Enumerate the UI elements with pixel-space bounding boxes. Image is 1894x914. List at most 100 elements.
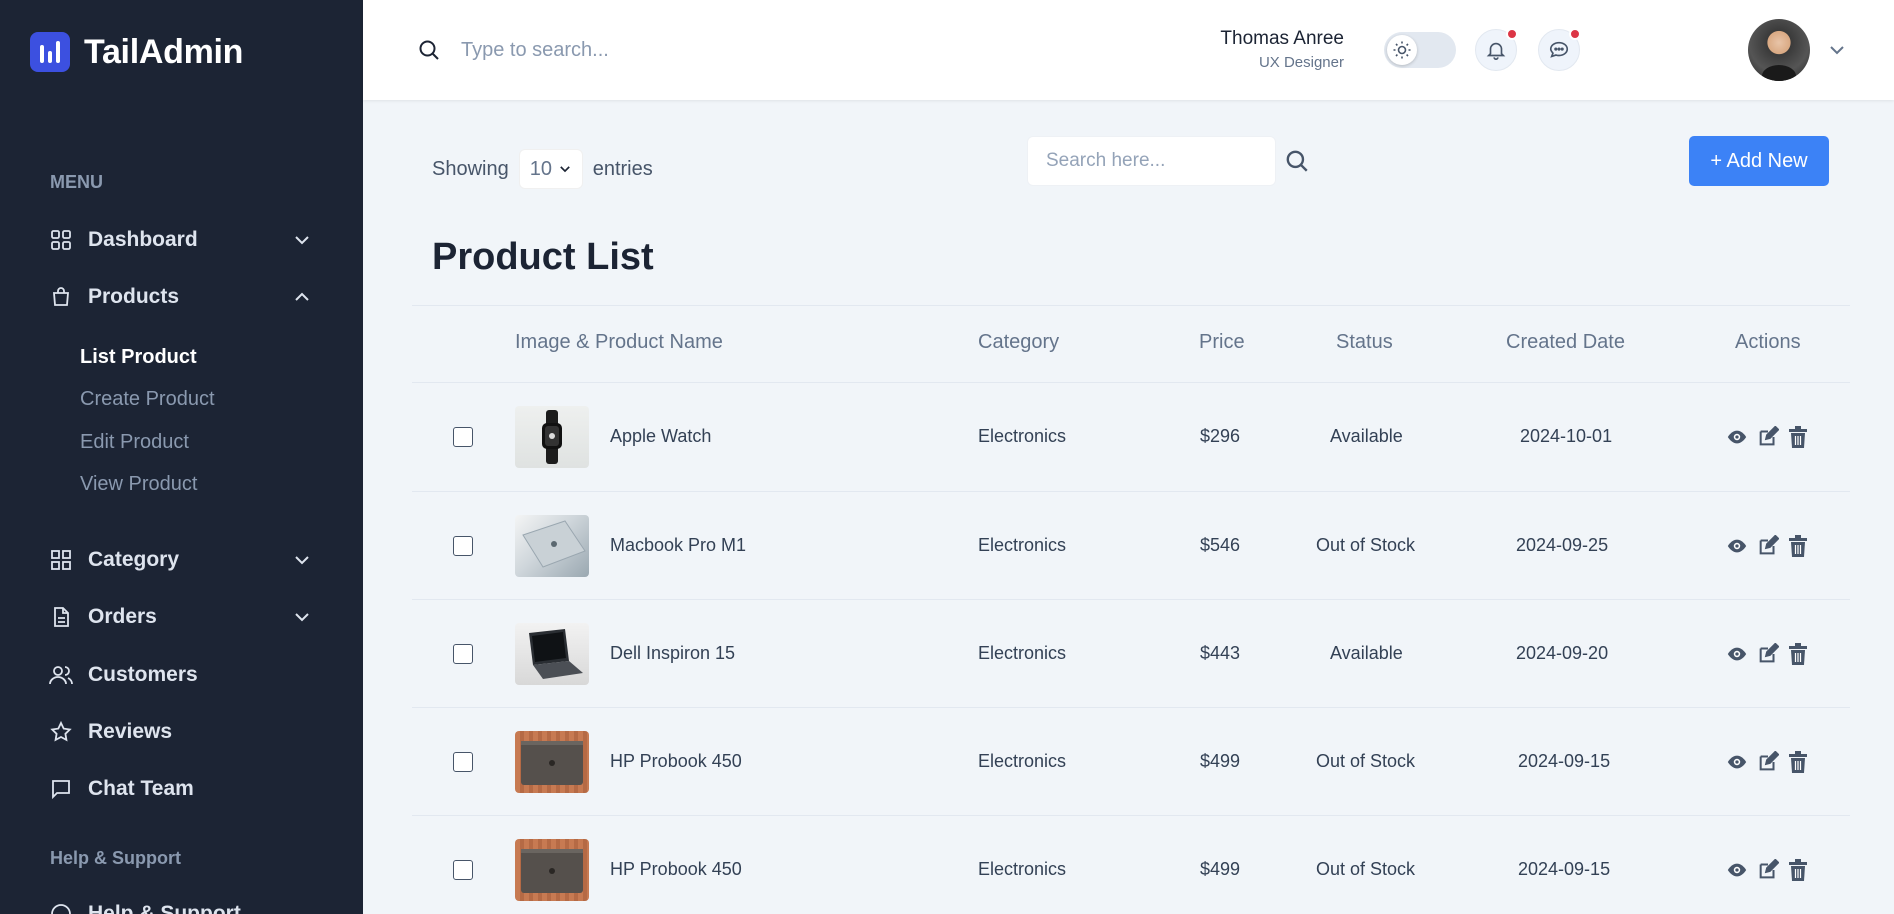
search-icon[interactable] <box>1284 148 1310 174</box>
product-name[interactable]: Macbook Pro M1 <box>610 535 746 556</box>
sidebar-item-help-support[interactable]: Help & Support <box>48 894 312 914</box>
edit-icon[interactable] <box>1757 859 1779 881</box>
message-square-icon <box>48 776 74 802</box>
sidebar-item-orders[interactable]: Orders <box>48 597 312 637</box>
product-image <box>515 515 589 577</box>
product-category: Electronics <box>978 426 1067 446</box>
row-checkbox[interactable] <box>453 860 473 880</box>
row-actions <box>1726 426 1808 448</box>
trash-icon[interactable] <box>1788 643 1808 665</box>
chevron-down-icon <box>295 556 309 565</box>
edit-icon[interactable] <box>1757 426 1779 448</box>
category-grid-icon <box>48 547 74 573</box>
product-name[interactable]: Dell Inspiron 15 <box>610 643 735 664</box>
dark-mode-toggle[interactable] <box>1384 32 1456 68</box>
table-row: HP Probook 450 Electronics $499 Out of S… <box>412 708 1850 816</box>
brand-logo[interactable]: TailAdmin <box>30 32 243 72</box>
product-status: Available <box>1330 643 1403 663</box>
edit-icon[interactable] <box>1757 535 1779 557</box>
avatar[interactable] <box>1748 19 1810 81</box>
submenu-edit-product[interactable]: Edit Product <box>80 431 189 454</box>
sidebar-item-customers[interactable]: Customers <box>48 655 312 695</box>
messages-button[interactable] <box>1538 28 1581 71</box>
users-icon <box>48 662 74 688</box>
row-actions <box>1726 643 1808 665</box>
row-checkbox[interactable] <box>453 427 473 447</box>
product-search-input[interactable] <box>1027 136 1276 186</box>
product-date: 2024-09-20 <box>1516 643 1609 663</box>
chevron-up-icon <box>295 292 309 301</box>
product-name[interactable]: Apple Watch <box>610 426 711 447</box>
add-new-button[interactable]: + Add New <box>1689 136 1829 186</box>
sidebar-item-reviews[interactable]: Reviews <box>48 712 312 752</box>
product-name[interactable]: HP Probook 450 <box>610 751 742 772</box>
submenu-list-product[interactable]: List Product <box>80 346 197 369</box>
header-status: Status <box>1336 331 1393 353</box>
sun-icon <box>1387 35 1417 65</box>
submenu-create-product[interactable]: Create Product <box>80 388 215 411</box>
sidebar-item-label: Orders <box>88 605 157 628</box>
notification-badge <box>1506 28 1518 40</box>
message-badge <box>1569 28 1581 40</box>
trash-icon[interactable] <box>1788 751 1808 773</box>
trash-icon[interactable] <box>1788 859 1808 881</box>
product-date: 2024-09-15 <box>1518 859 1611 879</box>
product-date: 2024-09-15 <box>1518 751 1611 771</box>
star-icon <box>48 719 74 745</box>
logo-icon <box>30 32 70 72</box>
shopping-bag-icon <box>48 284 74 310</box>
row-checkbox[interactable] <box>453 644 473 664</box>
row-actions <box>1726 859 1808 881</box>
sidebar-item-chat-team[interactable]: Chat Team <box>48 769 312 809</box>
sidebar: TailAdmin MENU Dashboard Products List P… <box>0 0 363 914</box>
notifications-button[interactable] <box>1475 28 1518 71</box>
product-image <box>515 406 589 468</box>
header-search-input[interactable] <box>461 34 821 66</box>
brand-name: TailAdmin <box>84 32 244 71</box>
eye-icon[interactable] <box>1726 427 1748 447</box>
row-checkbox[interactable] <box>453 752 473 772</box>
edit-icon[interactable] <box>1757 643 1779 665</box>
trash-icon[interactable] <box>1788 535 1808 557</box>
bell-icon <box>1486 42 1506 60</box>
search-icon[interactable] <box>417 38 441 62</box>
eye-icon[interactable] <box>1726 860 1748 880</box>
user-role: UX Designer <box>1258 54 1344 71</box>
entries-select[interactable]: 10 <box>518 149 583 189</box>
row-checkbox[interactable] <box>453 536 473 556</box>
help-circle-icon <box>48 901 74 914</box>
eye-icon[interactable] <box>1726 536 1748 556</box>
product-status: Out of Stock <box>1316 751 1416 771</box>
product-price: $546 <box>1200 535 1241 555</box>
product-status: Out of Stock <box>1316 535 1416 555</box>
edit-icon[interactable] <box>1757 751 1779 773</box>
sidebar-item-label: Dashboard <box>88 228 198 251</box>
showing-label: Showing <box>432 157 509 180</box>
sidebar-item-label: Customers <box>88 663 198 686</box>
product-category: Electronics <box>978 751 1067 771</box>
product-category: Electronics <box>978 643 1067 663</box>
sidebar-item-category[interactable]: Category <box>48 540 312 580</box>
product-name[interactable]: HP Probook 450 <box>610 859 742 880</box>
eye-icon[interactable] <box>1726 644 1748 664</box>
sidebar-item-dashboard[interactable]: Dashboard <box>48 220 312 260</box>
header-price: Price <box>1199 331 1245 353</box>
document-icon <box>48 604 74 630</box>
user-name[interactable]: Thomas Anree <box>1220 28 1344 50</box>
submenu-view-product[interactable]: View Product <box>80 473 197 496</box>
header-created-date: Created Date <box>1506 331 1625 353</box>
product-status: Available <box>1330 426 1403 446</box>
eye-icon[interactable] <box>1726 752 1748 772</box>
product-image <box>515 731 589 793</box>
product-category: Electronics <box>978 535 1067 555</box>
product-category: Electronics <box>978 859 1067 879</box>
menu-label: MENU <box>50 172 103 192</box>
chevron-down-icon[interactable] <box>1827 40 1847 60</box>
product-price: $296 <box>1200 426 1241 446</box>
trash-icon[interactable] <box>1788 426 1808 448</box>
sidebar-item-label: Products <box>88 285 180 308</box>
sidebar-item-products[interactable]: Products <box>48 277 312 317</box>
entries-control: Showing 10 entries <box>432 149 653 189</box>
sidebar-item-label: Reviews <box>88 720 173 743</box>
product-date: 2024-10-01 <box>1520 426 1613 446</box>
